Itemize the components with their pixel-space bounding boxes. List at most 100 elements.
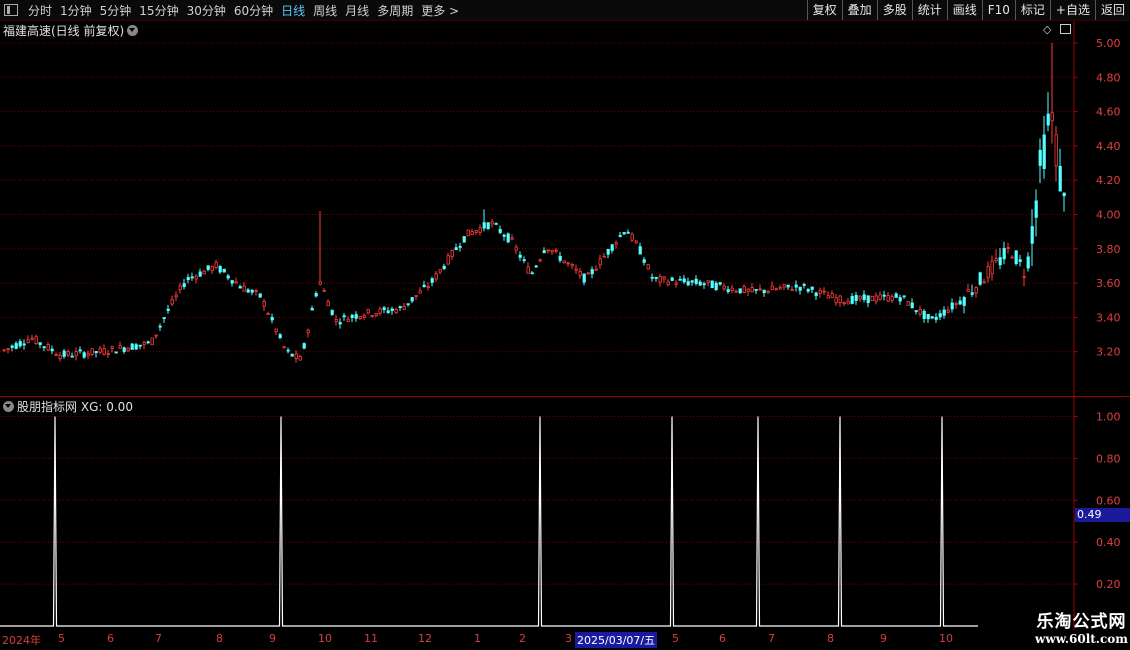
candle-body xyxy=(494,223,498,225)
period-tab[interactable]: 周线 xyxy=(309,2,341,19)
panel-toggle-icon[interactable] xyxy=(4,4,18,16)
candle-body xyxy=(918,309,922,315)
candle-body xyxy=(390,308,394,311)
overlay-button[interactable]: 叠加 xyxy=(841,0,877,20)
candle-body xyxy=(1034,200,1038,218)
candle-body xyxy=(982,281,986,284)
candle-body xyxy=(142,341,146,346)
candle-body xyxy=(110,346,114,349)
period-tab-daily[interactable]: 日线 xyxy=(277,2,309,19)
candle-body xyxy=(338,322,342,325)
candle-body xyxy=(334,318,338,322)
mark-button[interactable]: 标记 xyxy=(1014,0,1050,20)
candle-body xyxy=(154,334,158,337)
candle-body xyxy=(758,288,762,291)
candle-body xyxy=(394,309,398,314)
candle-body xyxy=(638,246,642,255)
indicator-chart[interactable]: 1.00 0.80 0.60 0.40 0.20 xyxy=(0,397,1130,630)
candle-body xyxy=(422,284,426,287)
date-label: 6 xyxy=(719,632,726,645)
candle-body xyxy=(478,227,482,233)
multi-stock-button[interactable]: 多股 xyxy=(876,0,912,20)
candle-body xyxy=(158,325,162,328)
candle-body xyxy=(794,284,798,288)
add-watchlist-button[interactable]: +自选 xyxy=(1049,0,1095,20)
candle-body xyxy=(550,250,554,253)
f10-button[interactable]: F10 xyxy=(981,0,1015,20)
candle-body xyxy=(754,288,758,291)
candle-body xyxy=(902,295,906,298)
draw-line-button[interactable]: 画线 xyxy=(946,0,982,20)
chevron-down-icon[interactable] xyxy=(3,401,14,412)
candle-body xyxy=(38,342,42,345)
candle-body xyxy=(946,309,950,313)
period-tab[interactable]: 分时 xyxy=(24,2,56,19)
candle-body xyxy=(102,348,106,355)
candle-body xyxy=(186,277,190,281)
candle-body xyxy=(294,353,298,359)
stats-button[interactable]: 统计 xyxy=(911,0,947,20)
diamond-icon[interactable]: ◇ xyxy=(1043,23,1051,36)
candle-body xyxy=(802,284,806,286)
y-tick-label: 3.80 xyxy=(1096,243,1121,256)
candlestick-chart[interactable]: 5.00 4.80 4.60 4.40 4.20 4.00 3.80 3.60 3.40 3.20 xyxy=(0,21,1130,397)
candlestick-panel[interactable]: 5.00 4.80 4.60 4.40 4.20 4.00 3.80 3.60 3.40 3.20… xyxy=(0,21,1130,397)
candle-body xyxy=(398,306,402,309)
candle-body xyxy=(46,344,50,351)
period-tab[interactable]: 月线 xyxy=(341,2,373,19)
panel-layout-icon[interactable] xyxy=(1060,24,1071,34)
main-panel-title[interactable]: 福建高速(日线 前复权) xyxy=(3,22,139,39)
y-tick-label: 3.20 xyxy=(1096,346,1121,359)
candle-body xyxy=(818,289,822,294)
candle-body xyxy=(750,287,754,293)
candle-body xyxy=(914,310,918,312)
candle-body xyxy=(766,290,770,293)
candle-body xyxy=(106,353,110,355)
candle-body xyxy=(70,355,74,358)
candle-body xyxy=(250,289,254,293)
candle-body xyxy=(538,259,542,262)
chevron-down-icon[interactable] xyxy=(127,25,139,36)
candle-body xyxy=(958,300,962,305)
back-button[interactable]: 返回 xyxy=(1094,0,1130,20)
candle-body xyxy=(490,221,494,225)
candle-body xyxy=(222,268,226,273)
period-tab[interactable]: 30分钟 xyxy=(183,2,230,19)
candle-body xyxy=(578,270,582,276)
indicator-panel[interactable]: 1.00 0.80 0.60 0.40 0.20 股朋指标网 XG: 0.00 xyxy=(0,397,1130,630)
candle-body xyxy=(286,349,290,352)
period-tab[interactable]: 15分钟 xyxy=(135,2,182,19)
period-tab[interactable]: 5分钟 xyxy=(96,2,136,19)
period-more[interactable]: 更多 > xyxy=(417,2,463,19)
metric-value: 0.00 xyxy=(106,400,133,414)
candle-body xyxy=(502,234,506,237)
candle-body xyxy=(962,297,966,306)
candle-body xyxy=(226,275,230,279)
period-tab[interactable]: 60分钟 xyxy=(230,2,277,19)
candle-body xyxy=(234,281,238,284)
fuquan-button[interactable]: 复权 xyxy=(806,0,842,20)
period-tab[interactable]: 1分钟 xyxy=(56,2,96,19)
date-label: 3 xyxy=(565,632,572,645)
candle-body xyxy=(30,337,34,340)
period-tab[interactable]: 多周期 xyxy=(373,2,417,19)
candle-body xyxy=(822,290,826,293)
candle-body xyxy=(730,287,734,291)
candle-body xyxy=(510,237,514,240)
indicator-title[interactable]: 股朋指标网 XG: 0.00 xyxy=(3,398,133,415)
candle-body xyxy=(282,346,286,349)
y-tick-label: 0.60 xyxy=(1096,494,1121,507)
candle-body xyxy=(674,282,678,285)
date-label: 10 xyxy=(939,632,953,645)
candle-body xyxy=(314,293,318,297)
crosshair-value-badge: 0.49 xyxy=(1075,508,1130,522)
date-label: 12 xyxy=(418,632,432,645)
candle-body xyxy=(882,294,886,297)
candle-body xyxy=(166,308,170,311)
date-label: 10 xyxy=(318,632,332,645)
candle-body xyxy=(718,282,722,285)
candle-body xyxy=(178,285,182,290)
candle-body xyxy=(354,314,358,319)
candle-body xyxy=(826,295,830,299)
candle-body xyxy=(722,285,726,290)
